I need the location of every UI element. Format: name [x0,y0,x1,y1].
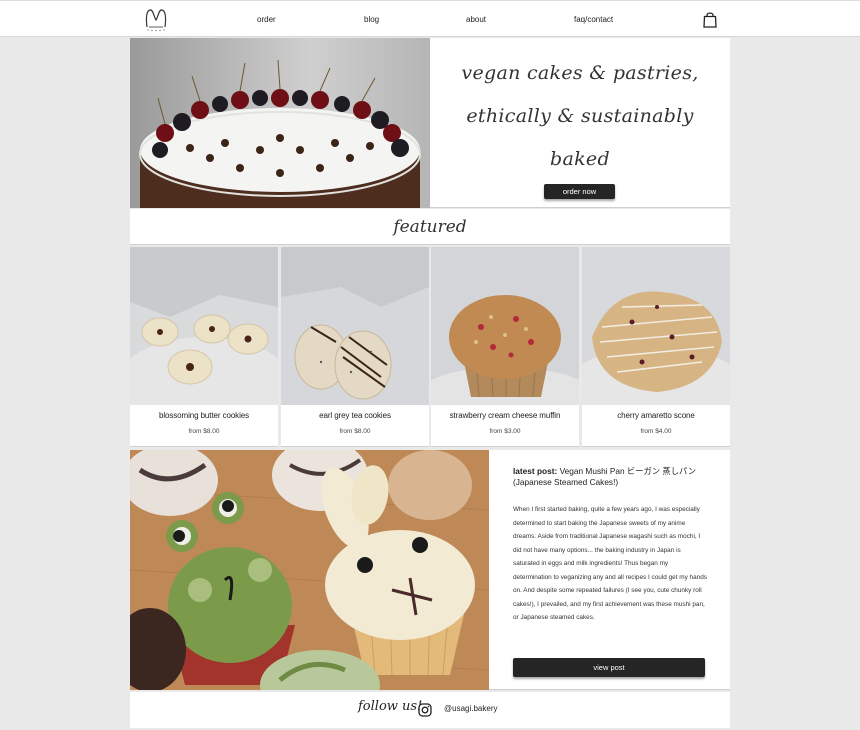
product-image-earl-grey-cookies[interactable] [281,247,429,405]
nav-blog-link[interactable]: blog [364,15,379,24]
product-name[interactable]: cherry amaretto scone [582,411,730,420]
nav-about-link[interactable]: about [466,15,486,24]
blog-post-image[interactable] [130,450,489,690]
order-now-button[interactable]: order now [544,184,615,199]
product-card[interactable]: strawberry cream cheese muffin from $3.0… [431,247,579,447]
bunny-logo-icon[interactable] [141,5,171,33]
latest-post-excerpt: When I first started baking, quite a few… [513,506,707,621]
product-name[interactable]: strawberry cream cheese muffin [431,411,579,420]
view-post-button[interactable]: view post [513,658,705,677]
hero-section: vegan cakes & pastries, ethically & sust… [130,38,730,208]
product-name[interactable]: earl grey tea cookies [281,411,429,420]
nav-order-link[interactable]: order [257,15,276,24]
product-image-cherry-scone[interactable] [582,247,730,405]
product-price: from $3.00 [489,428,521,435]
hero-tagline-line-3: baked [550,148,610,170]
featured-title: featured [393,217,467,237]
product-price: from $4.00 [640,428,672,435]
product-image-butter-cookies[interactable] [130,247,278,405]
follow-footer: follow us! @usagi.bakery [130,692,730,728]
instagram-handle-link[interactable]: @usagi.bakery [444,704,497,713]
follow-us-label: follow us! [358,699,423,714]
product-image-strawberry-muffin[interactable] [431,247,579,405]
product-card[interactable]: blossoming butter cookies from $8.00 [130,247,278,447]
hero-tagline-line-2: ethically & sustainably [466,105,694,127]
product-price: from $8.00 [188,428,220,435]
product-name[interactable]: blossoming butter cookies [130,411,278,420]
hero-cake-image [130,38,430,208]
latest-post-section: latest post: Vegan Mushi Pan ビーガン 蒸しパン (… [130,450,730,690]
top-nav: order blog about faq/contact [0,0,860,37]
latest-post-label: latest post: [513,466,558,476]
product-price: from $8.00 [339,428,371,435]
nav-faq-contact-link[interactable]: faq/contact [574,15,613,24]
hero-tagline: vegan cakes & pastries, ethically & sust… [440,52,720,181]
instagram-icon[interactable] [418,703,432,717]
latest-post-heading: latest post: Vegan Mushi Pan ビーガン 蒸しパン (… [513,466,713,488]
product-card[interactable]: earl grey tea cookies from $8.00 [281,247,429,447]
featured-section-header: featured [130,209,730,245]
hero-tagline-line-1: vegan cakes & pastries, [461,62,699,84]
shopping-bag-icon[interactable] [703,11,717,28]
product-card[interactable]: cherry amaretto scone from $4.00 [582,247,730,447]
